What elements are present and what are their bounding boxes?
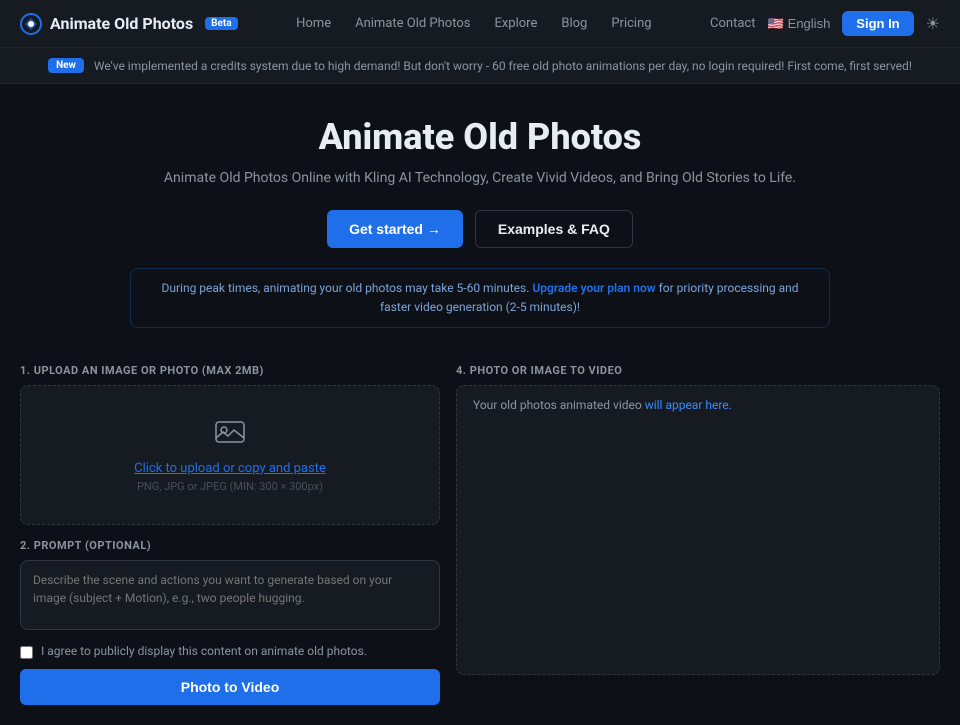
hero-title: Animate Old Photos [20, 116, 940, 158]
left-panel: 1. UPLOAD AN IMAGE OR PHOTO (MAX 2MB) Cl… [20, 364, 440, 705]
examples-faq-button[interactable]: Examples & FAQ [475, 210, 633, 248]
announcement-banner: New We've implemented a credits system d… [0, 48, 960, 84]
nav-explore[interactable]: Explore [494, 16, 537, 31]
output-section-label: 4. PHOTO OR IMAGE TO VIDEO [456, 364, 940, 377]
banner-text: We've implemented a credits system due t… [94, 59, 912, 73]
upload-click-text: Click to upload or copy and paste [134, 461, 326, 476]
upgrade-plan-link[interactable]: Upgrade your plan now [532, 281, 655, 295]
nav-links: Home Animate Old Photos Explore Blog Pri… [296, 16, 651, 31]
new-badge: New [48, 58, 84, 73]
nav-blog[interactable]: Blog [561, 16, 587, 31]
hero-subtitle: Animate Old Photos Online with Kling AI … [20, 170, 940, 186]
prompt-label: 2. PROMPT (OPTIONAL) [20, 539, 440, 552]
flag-icon: 🇺🇸 [767, 16, 783, 32]
upload-or-text: or copy and paste [220, 461, 326, 476]
sign-in-button[interactable]: Sign In [842, 11, 913, 36]
peak-text-before: During peak times, animating your old ph… [161, 281, 529, 295]
nav-home[interactable]: Home [296, 16, 331, 31]
upload-click-label: Click to [134, 461, 180, 476]
public-display-label: I agree to publicly display this content… [41, 644, 367, 658]
nav-pricing[interactable]: Pricing [611, 16, 651, 31]
brand-name: Animate Old Photos [50, 14, 193, 33]
navbar: Animate Old Photos Beta Home Animate Old… [0, 0, 960, 48]
peak-warning: During peak times, animating your old ph… [130, 268, 830, 328]
video-output-area: Your old photos animated video will appe… [456, 385, 940, 675]
upload-area[interactable]: Click to upload or copy and paste PNG, J… [20, 385, 440, 525]
right-panel: 4. PHOTO OR IMAGE TO VIDEO Your old phot… [456, 364, 940, 705]
brand: Animate Old Photos Beta [20, 13, 238, 35]
language-label: English [788, 16, 831, 31]
language-button[interactable]: 🇺🇸 English [767, 16, 830, 32]
upload-section-label: 1. UPLOAD AN IMAGE OR PHOTO (MAX 2MB) [20, 364, 440, 377]
placeholder-highlight: will appear here. [642, 398, 732, 412]
hero-section: Animate Old Photos Animate Old Photos On… [0, 84, 960, 364]
file-hint: PNG, JPG or JPEG (MIN: 300 × 300px) [137, 480, 323, 493]
placeholder-before: Your old photos animated video [473, 398, 642, 412]
photo-to-video-button[interactable]: Photo to Video [20, 669, 440, 705]
get-started-button[interactable]: Get started → [327, 210, 463, 248]
upload-icon [214, 418, 246, 453]
video-placeholder: Your old photos animated video will appe… [473, 398, 732, 412]
hero-buttons: Get started → Examples & FAQ [20, 210, 940, 248]
nav-actions: Contact 🇺🇸 English Sign In ☀ [710, 11, 940, 36]
public-display-checkbox-row: I agree to publicly display this content… [20, 644, 440, 659]
nav-contact[interactable]: Contact [710, 16, 755, 31]
main-content: 1. UPLOAD AN IMAGE OR PHOTO (MAX 2MB) Cl… [0, 364, 960, 725]
prompt-textarea[interactable] [20, 560, 440, 630]
beta-badge: Beta [205, 17, 237, 30]
nav-animate[interactable]: Animate Old Photos [355, 16, 470, 31]
theme-toggle-button[interactable]: ☀ [926, 14, 940, 34]
upload-link[interactable]: upload [180, 461, 219, 476]
public-display-checkbox[interactable] [20, 646, 33, 659]
logo-icon [20, 13, 42, 35]
